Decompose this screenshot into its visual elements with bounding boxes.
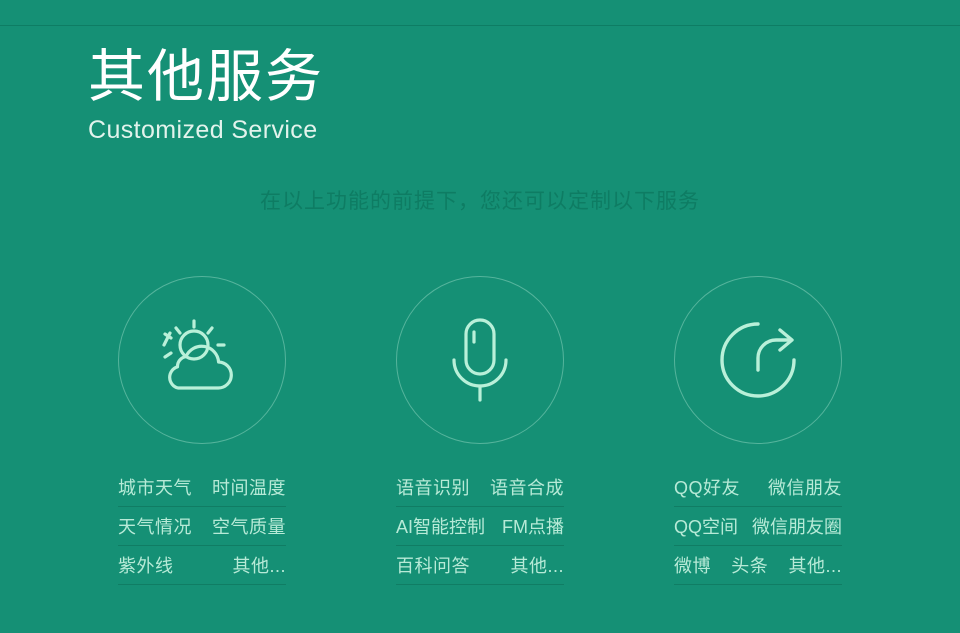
option-label[interactable]: 其他... (510, 552, 564, 578)
service-column-voice[interactable]: 语音识别 语音合成 AI智能控制 FM点播 百科问答 其他... (341, 276, 619, 585)
option-label[interactable]: 头条 (731, 552, 768, 578)
share-arrow-icon (710, 312, 806, 408)
microphone-icon (432, 312, 528, 408)
list-item[interactable]: 百科问答 其他... (396, 546, 564, 585)
service-column-weather[interactable]: 城市天气 时间温度 天气情况 空气质量 紫外线 其他... (63, 276, 341, 585)
page-subtitle: Customized Service (88, 116, 318, 144)
option-label[interactable]: 时间温度 (212, 474, 286, 500)
option-label[interactable]: 微博 (674, 552, 711, 578)
voice-options-list: 语音识别 语音合成 AI智能控制 FM点播 百科问答 其他... (396, 468, 564, 585)
list-item[interactable]: 语音识别 语音合成 (396, 468, 564, 507)
weather-options-list: 城市天气 时间温度 天气情况 空气质量 紫外线 其他... (118, 468, 286, 585)
option-label[interactable]: 其他... (788, 552, 842, 578)
option-label[interactable]: 其他... (232, 552, 286, 578)
option-label[interactable]: 微信朋友圈 (752, 513, 842, 539)
service-columns: 城市天气 时间温度 天气情况 空气质量 紫外线 其他... 语音识别 语音合成 … (0, 276, 960, 585)
customized-service-page: 其他服务 Customized Service 在以上功能的前提下，您还可以定制… (0, 0, 960, 633)
option-label[interactable]: 城市天气 (118, 474, 192, 500)
list-item[interactable]: 天气情况 空气质量 (118, 507, 286, 546)
weather-icon-circle[interactable] (118, 276, 286, 444)
option-label[interactable]: 百科问答 (396, 552, 470, 578)
option-label[interactable]: QQ空间 (674, 513, 738, 539)
top-divider (0, 25, 960, 26)
section-caption: 在以上功能的前提下，您还可以定制以下服务 (260, 190, 700, 213)
share-icon-circle[interactable] (674, 276, 842, 444)
list-item[interactable]: 紫外线 其他... (118, 546, 286, 585)
option-label[interactable]: 紫外线 (118, 552, 174, 578)
option-label[interactable]: 天气情况 (118, 513, 192, 539)
list-item[interactable]: AI智能控制 FM点播 (396, 507, 564, 546)
voice-icon-circle[interactable] (396, 276, 564, 444)
option-label[interactable]: QQ好友 (674, 474, 740, 500)
option-label[interactable]: 语音合成 (490, 474, 564, 500)
list-item[interactable]: QQ空间 微信朋友圈 (674, 507, 842, 546)
option-label[interactable]: AI智能控制 (396, 513, 485, 539)
list-item[interactable]: QQ好友 微信朋友 (674, 468, 842, 507)
sun-behind-cloud-icon (154, 312, 250, 408)
list-item[interactable]: 城市天气 时间温度 (118, 468, 286, 507)
option-label[interactable]: 语音识别 (396, 474, 470, 500)
service-column-share[interactable]: QQ好友 微信朋友 QQ空间 微信朋友圈 微博 头条 其他... (619, 276, 897, 585)
option-label[interactable]: 微信朋友 (768, 474, 842, 500)
share-options-list: QQ好友 微信朋友 QQ空间 微信朋友圈 微博 头条 其他... (674, 468, 842, 585)
option-label[interactable]: 空气质量 (212, 513, 286, 539)
page-title: 其他服务 (88, 45, 324, 109)
page-heading: 其他服务 Customized Service (88, 44, 588, 145)
option-label[interactable]: FM点播 (502, 513, 564, 539)
list-item[interactable]: 微博 头条 其他... (674, 546, 842, 585)
